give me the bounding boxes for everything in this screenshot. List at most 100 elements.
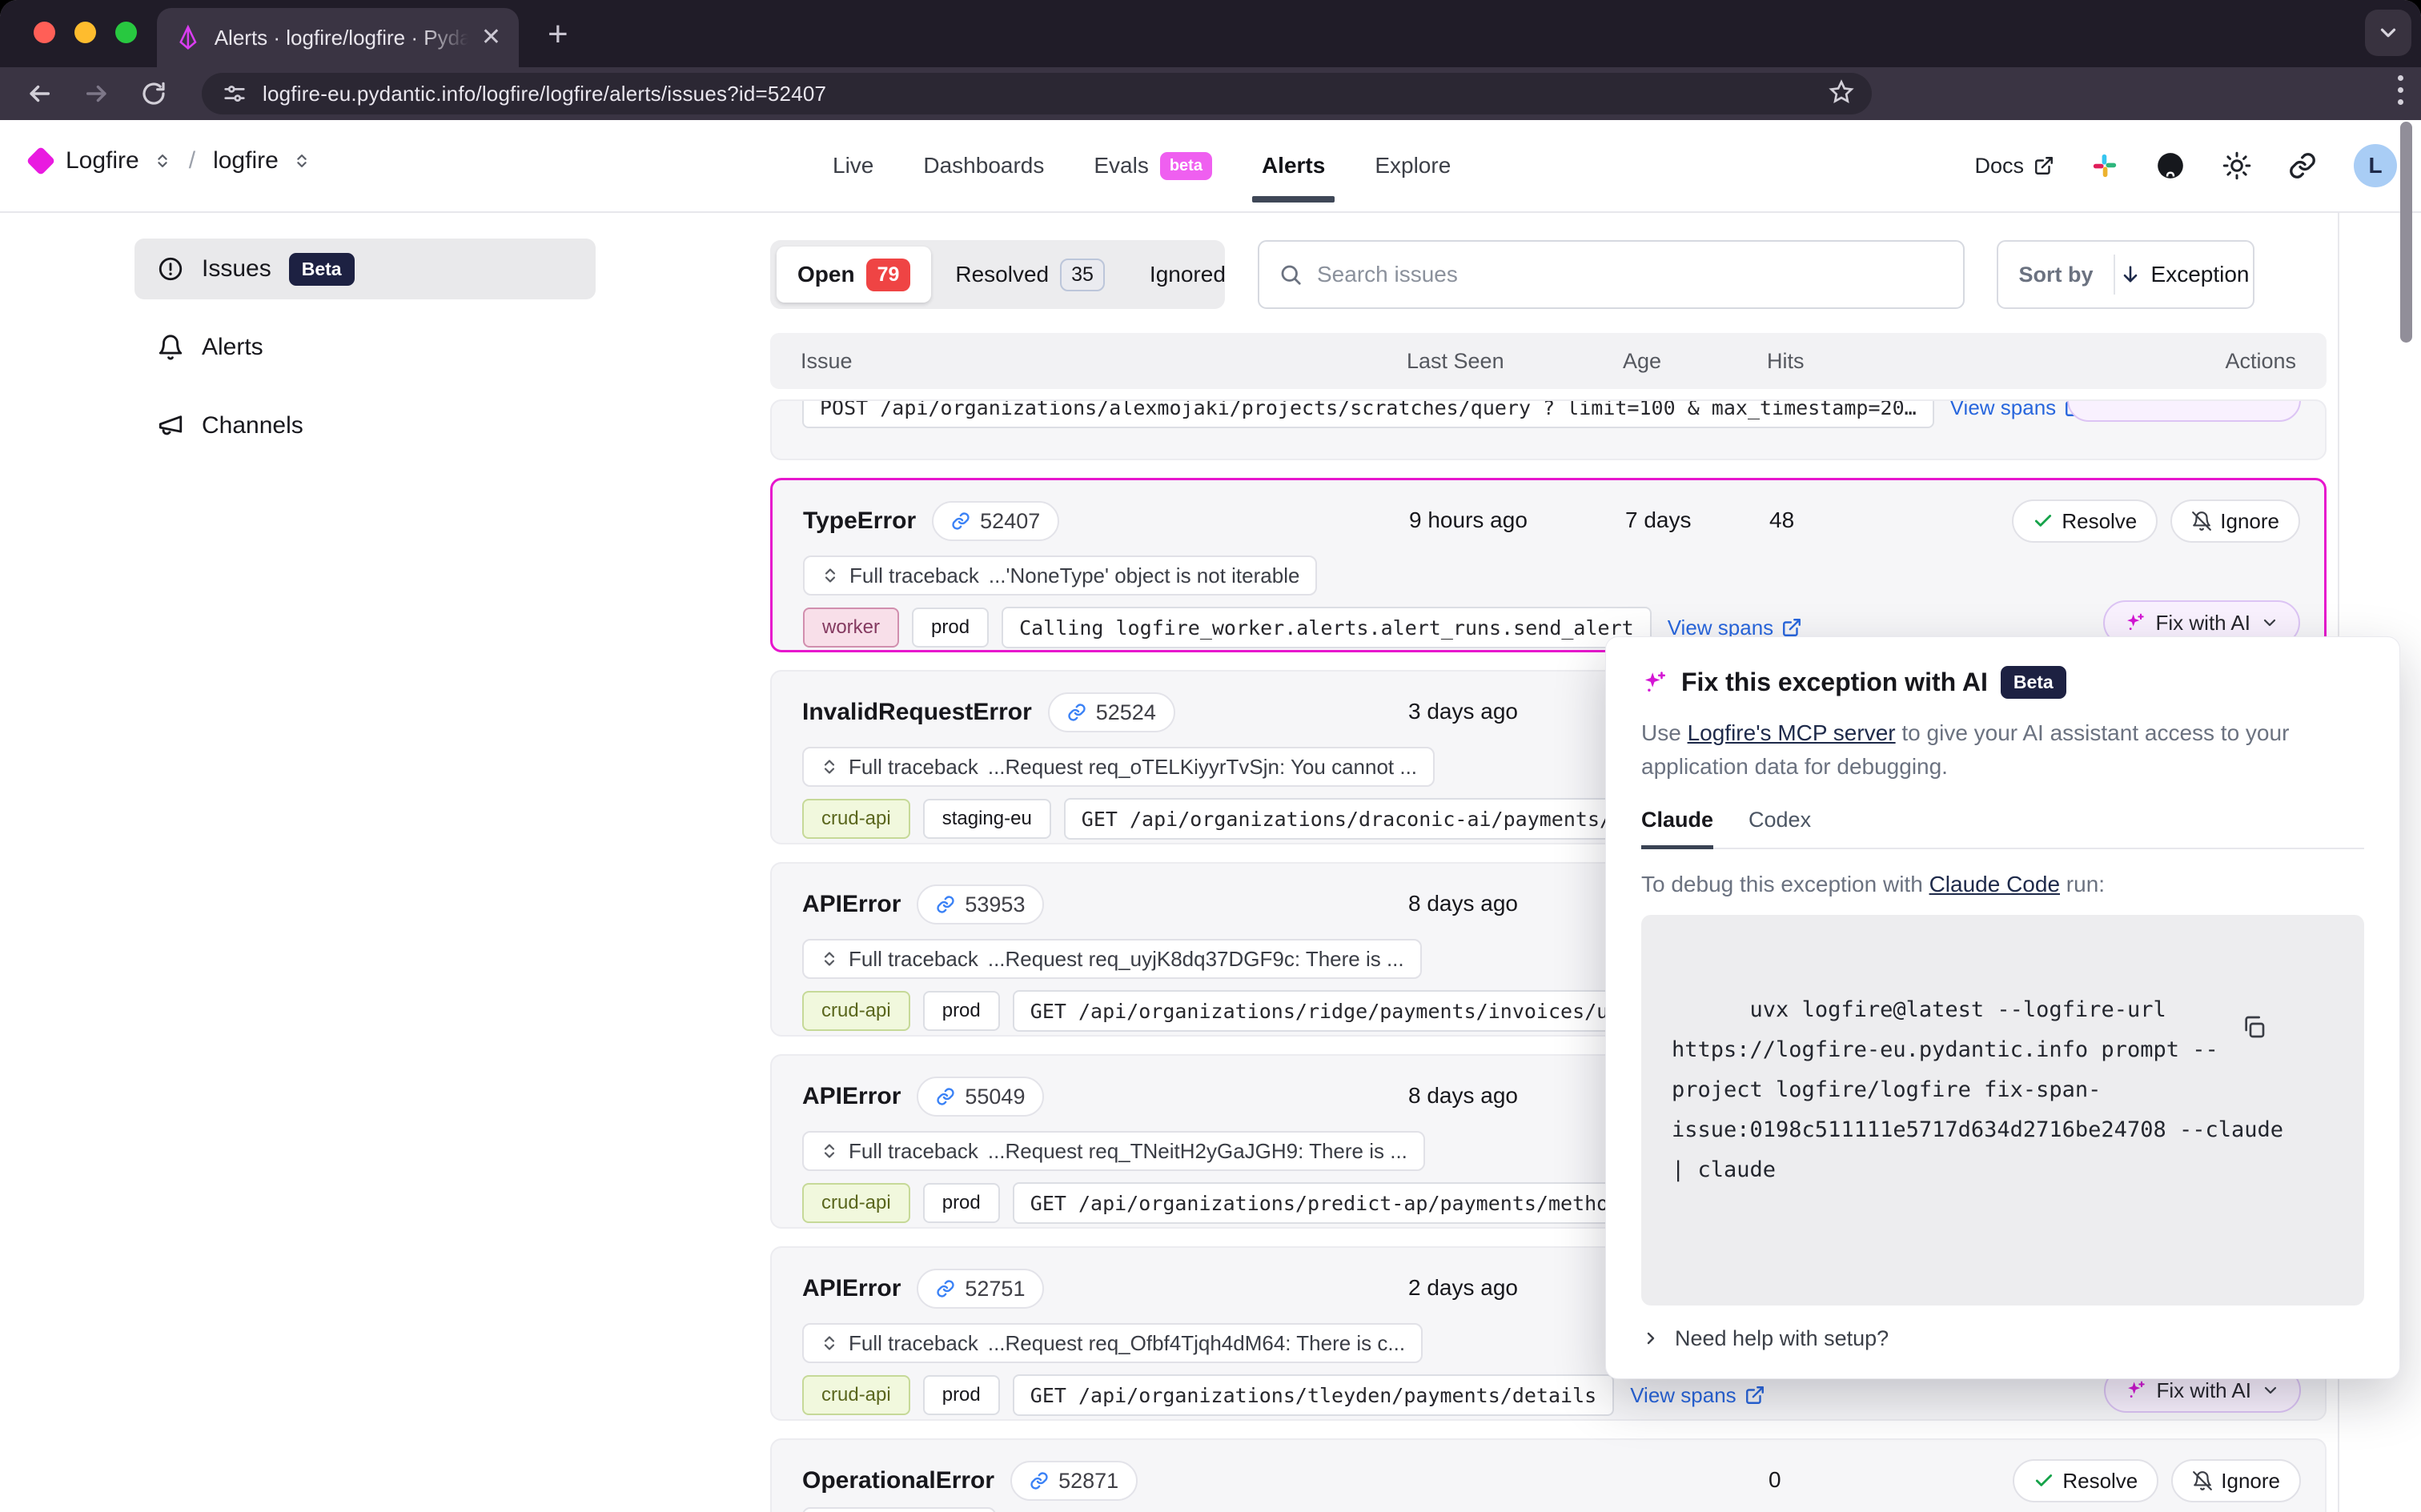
resolve-button[interactable]: Resolve bbox=[2013, 1459, 2158, 1502]
view-spans-link[interactable]: View spans bbox=[1630, 1383, 1765, 1408]
status-filter: Open 79 Resolved 35 Ignored bbox=[770, 240, 1225, 309]
bookmark-star[interactable] bbox=[1829, 79, 1854, 105]
request-pill[interactable]: Calling logfire_worker.alerts.alert_runs… bbox=[1002, 607, 1652, 648]
nav-alerts[interactable]: Alerts bbox=[1262, 153, 1325, 178]
browser-tab[interactable]: Alerts · logfire/logfire · Pydant ✕ bbox=[157, 8, 519, 67]
close-window-button[interactable] bbox=[34, 22, 55, 43]
column-actions: Actions bbox=[2225, 349, 2296, 374]
nav-evals[interactable]: Evals beta bbox=[1094, 152, 1212, 180]
copy-button[interactable] bbox=[2241, 934, 2345, 1120]
ignore-button[interactable]: Ignore bbox=[2170, 499, 2300, 543]
issue-row-partial[interactable]: POST /api/organizations/alexmojaki/proje… bbox=[770, 399, 2327, 460]
new-tab-button[interactable]: + bbox=[548, 14, 568, 54]
stage-tag[interactable]: prod bbox=[923, 1183, 1000, 1223]
view-spans-link[interactable]: View spans bbox=[1950, 399, 2086, 420]
stage-tag[interactable]: prod bbox=[923, 1375, 1000, 1415]
env-tag[interactable]: crud-api bbox=[802, 1375, 910, 1415]
assistant-tabs: Claude Codex bbox=[1641, 808, 2364, 849]
share-link-icon[interactable] bbox=[2288, 151, 2317, 180]
mcp-server-link[interactable]: Logfire's MCP server bbox=[1688, 720, 1896, 745]
ignore-button[interactable]: Ignore bbox=[2171, 1459, 2301, 1502]
tab-close-icon[interactable]: ✕ bbox=[481, 26, 501, 50]
zoom-window-button[interactable] bbox=[115, 22, 137, 43]
filter-resolved[interactable]: Resolved 35 bbox=[934, 247, 1126, 303]
project-selector[interactable]: logfire bbox=[213, 147, 279, 174]
scrollbar-thumb[interactable] bbox=[2400, 122, 2412, 343]
stage-tag[interactable]: prod bbox=[912, 608, 989, 648]
filter-open[interactable]: Open 79 bbox=[777, 247, 931, 303]
sparkles-icon bbox=[1641, 669, 1668, 696]
resolve-button[interactable]: Resolve bbox=[2012, 499, 2158, 543]
column-issue: Issue bbox=[770, 349, 853, 374]
theme-toggle-sun-icon[interactable] bbox=[2222, 151, 2251, 180]
sidebar-item-alerts[interactable]: Alerts bbox=[134, 317, 596, 378]
env-tag[interactable]: crud-api bbox=[802, 991, 910, 1031]
claude-code-link[interactable]: Claude Code bbox=[1929, 872, 2060, 896]
issue-id-pill[interactable]: 55049 bbox=[917, 1077, 1044, 1117]
stage-tag[interactable]: prod bbox=[923, 991, 1000, 1031]
issue-id: 53953 bbox=[965, 892, 1025, 917]
sort-value[interactable]: Exception bbox=[2115, 262, 2253, 287]
issue-id-pill[interactable]: 52407 bbox=[932, 501, 1059, 541]
url-bar[interactable]: logfire-eu.pydantic.info/logfire/logfire… bbox=[202, 73, 1872, 114]
chevrons-updown-icon bbox=[821, 566, 840, 585]
github-icon[interactable] bbox=[2155, 150, 2186, 181]
window-controls[interactable] bbox=[34, 22, 137, 43]
search-icon bbox=[1279, 263, 1303, 287]
slack-icon[interactable] bbox=[2091, 152, 2118, 179]
env-tag[interactable]: crud-api bbox=[802, 799, 910, 839]
issue-id-pill[interactable]: 53953 bbox=[917, 884, 1044, 924]
org-selector[interactable]: Logfire bbox=[66, 147, 139, 174]
user-avatar[interactable]: L bbox=[2354, 144, 2397, 187]
issue-row-operationalerror[interactable]: OperationalError 52871 0 Resolve Ignore bbox=[770, 1438, 2327, 1512]
minimize-window-button[interactable] bbox=[74, 22, 96, 43]
nav-explore[interactable]: Explore bbox=[1375, 153, 1451, 178]
tab-codex[interactable]: Codex bbox=[1748, 808, 1811, 848]
chevrons-updown-icon[interactable] bbox=[293, 152, 311, 170]
docs-link[interactable]: Docs bbox=[1974, 154, 2054, 178]
setup-help-toggle[interactable]: Need help with setup? bbox=[1641, 1326, 2364, 1351]
hits-value: 48 bbox=[1769, 507, 1794, 533]
browser-menu-icon[interactable] bbox=[2398, 75, 2403, 105]
traceback-pill[interactable]: Full traceback ...Request req_TNeitH2yGa… bbox=[802, 1131, 1425, 1171]
issue-row-typeerror[interactable]: TypeError 52407 9 hours ago 7 days 48 Re… bbox=[770, 478, 2327, 652]
traceback-pill[interactable]: Full traceback bbox=[802, 1507, 996, 1512]
request-pill[interactable]: GET /api/organizations/predict-ap/paymen… bbox=[1013, 1182, 1651, 1224]
search-box[interactable] bbox=[1258, 240, 1965, 309]
sidebar-item-channels[interactable]: Channels bbox=[134, 395, 596, 456]
issue-title: OperationalError bbox=[802, 1467, 994, 1494]
env-tag[interactable]: worker bbox=[803, 608, 899, 648]
sidebar: Issues Beta Alerts Channels bbox=[134, 239, 596, 474]
forward-icon[interactable] bbox=[83, 80, 110, 107]
search-input[interactable] bbox=[1317, 262, 1944, 287]
issue-id-pill[interactable]: 52524 bbox=[1048, 692, 1175, 732]
chevrons-updown-icon[interactable] bbox=[154, 152, 171, 170]
sort-control[interactable]: Sort by Exception bbox=[1997, 240, 2254, 309]
request-pill[interactable]: POST /api/organizations/alexmojaki/proje… bbox=[802, 399, 1934, 428]
traceback-pill[interactable]: Full traceback ...Request req_Ofbf4Tjqh4… bbox=[802, 1323, 1423, 1363]
external-link-icon bbox=[2034, 155, 2054, 176]
env-tag[interactable]: crud-api bbox=[802, 1183, 910, 1223]
browser-window: Alerts · logfire/logfire · Pydant ✕ + lo… bbox=[0, 0, 2421, 1512]
browser-chrome: Alerts · logfire/logfire · Pydant ✕ + lo… bbox=[0, 0, 2421, 120]
stage-tag[interactable]: staging-eu bbox=[923, 799, 1051, 839]
traceback-pill[interactable]: Full traceback ...Request req_uyjK8dq37D… bbox=[802, 939, 1422, 979]
request-pill[interactable]: GET /api/organizations/tleyden/payments/… bbox=[1013, 1374, 1614, 1416]
site-settings-icon[interactable] bbox=[223, 82, 247, 106]
reload-icon[interactable] bbox=[141, 81, 167, 106]
nav-live[interactable]: Live bbox=[833, 153, 873, 178]
traceback-summary: ...Request req_oTELKiyyrTvSjn: You canno… bbox=[988, 755, 1417, 780]
command-code-block[interactable]: uvx logfire@latest --logfire-url https:/… bbox=[1641, 915, 2364, 1305]
tab-search-button[interactable] bbox=[2365, 10, 2411, 56]
traceback-pill[interactable]: Full traceback ...'NoneType' object is n… bbox=[803, 555, 1317, 596]
fix-with-ai-button[interactable] bbox=[2067, 399, 2301, 422]
issue-id-pill[interactable]: 52751 bbox=[917, 1269, 1044, 1309]
issue-id-pill[interactable]: 52871 bbox=[1010, 1461, 1138, 1501]
nav-dashboards[interactable]: Dashboards bbox=[923, 153, 1044, 178]
sidebar-item-issues[interactable]: Issues Beta bbox=[134, 239, 596, 299]
back-icon[interactable] bbox=[26, 80, 53, 107]
tab-claude[interactable]: Claude bbox=[1641, 808, 1713, 849]
filter-ignored[interactable]: Ignored bbox=[1129, 247, 1247, 303]
popover-title: Fix this exception with AI bbox=[1681, 668, 1988, 697]
traceback-pill[interactable]: Full traceback ...Request req_oTELKiyyrT… bbox=[802, 747, 1435, 787]
